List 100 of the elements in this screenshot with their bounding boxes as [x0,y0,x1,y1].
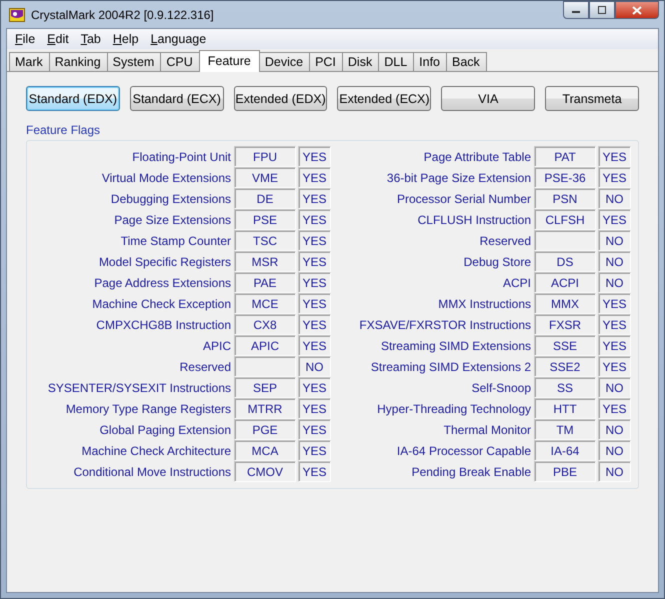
flag-name: CLFLUSH Instruction [416,212,532,228]
flag-value-cell: YES [598,167,631,188]
flag-code-cell: PSE-36 [534,167,596,188]
flag-name: IA-64 Processor Capable [396,442,532,460]
menu-item[interactable]: Tab [74,32,107,46]
flag-name: CMPXCHG8B Instruction [95,316,232,334]
flag-code-cell: DS [534,251,596,272]
flag-code-cell: PBE [534,461,596,482]
flag-value-cell: YES [298,377,331,398]
flag-value-cell: YES [598,314,631,335]
minimize-button[interactable] [563,1,589,19]
flag-value-cell: YES [298,167,331,188]
flag-code-cell: FPU [234,146,296,167]
flag-name: Streaming SIMD Extensions 2 [370,358,532,376]
flag-code-cell: PSE [234,209,296,230]
flag-value-cell: YES [298,272,331,293]
tab[interactable]: Device [258,52,310,71]
mode-button[interactable]: VIA [441,86,536,111]
menu-item[interactable]: File [9,32,42,46]
tab[interactable]: PCI [309,52,343,71]
flag-value-cell: YES [298,146,331,167]
flag-value-cell: YES [298,314,331,335]
flag-code-cell: MCA [234,440,296,461]
mode-button[interactable]: Extended (ECX) [337,86,432,111]
flag-code-cell: SEP [234,377,296,398]
flag-code-cell: SSE2 [534,356,596,377]
menu-item[interactable]: Help [106,32,145,46]
flag-name: Hyper-Threading Technology [376,400,532,418]
mode-button[interactable]: Extended (EDX) [234,86,328,111]
flag-name: Self-Snoop [470,380,532,396]
flag-name: Reserved [478,232,532,250]
flag-code-cell: CMOV [234,461,296,482]
close-icon [632,6,642,14]
flag-value-cell: YES [598,356,631,377]
flag-name: Thermal Monitor [442,422,532,438]
flag-name: Conditional Move Instructions [72,464,232,480]
flag-code-cell: APIC [234,335,296,356]
flag-code-cell: PSN [534,188,596,209]
flag-name: Streaming SIMD Extensions [380,338,532,354]
flag-name: Page Attribute Table [422,148,532,166]
flag-name: Reserved [178,358,232,376]
flag-value-cell: YES [598,335,631,356]
flag-code-cell: IA-64 [534,440,596,461]
flag-code-cell: FXSR [534,314,596,335]
flag-name: Page Size Extensions [113,212,232,228]
flag-code-cell: TSC [234,230,296,251]
flag-name: Machine Check Exception [91,296,232,312]
flag-name: Page Address Extensions [93,274,232,292]
maximize-button[interactable] [589,1,615,19]
flag-value-cell: YES [598,398,631,419]
flag-value-cell: NO [598,461,631,482]
flag-value-cell: NO [598,377,631,398]
flag-value-cell: YES [298,398,331,419]
tab[interactable]: CPU [160,52,200,71]
flag-name: Model Specific Registers [98,254,232,270]
flag-value-cell: YES [298,335,331,356]
tab[interactable]: Mark [9,52,50,71]
flag-value-cell: YES [298,293,331,314]
flag-value-cell: YES [298,209,331,230]
flag-code-cell: VME [234,167,296,188]
flag-value-cell: NO [298,356,331,377]
flag-name: Debug Store [462,254,532,270]
close-button[interactable] [615,1,659,19]
flag-value-cell: NO [598,419,631,440]
flag-code-cell [234,356,296,377]
menu-item[interactable]: Edit [41,32,75,46]
flag-name: APIC [202,338,232,354]
flag-value-cell: YES [598,209,631,230]
tab[interactable]: DLL [378,52,414,71]
tab[interactable]: Info [413,52,448,71]
flag-code-cell: ACPI [534,272,596,293]
flag-value-cell: NO [598,440,631,461]
app-icon [9,6,25,22]
tab[interactable]: Feature [198,50,260,72]
flag-value-cell: YES [598,293,631,314]
flag-name: MMX Instructions [437,296,532,312]
flag-name: Memory Type Range Registers [64,400,232,418]
flag-value-cell: NO [598,251,631,272]
flag-name: Debugging Extensions [110,190,232,208]
mode-button[interactable]: Standard (EDX) [26,86,120,111]
mode-button[interactable]: Transmeta [545,86,639,111]
flag-code-cell: PAT [534,146,596,167]
flag-value-cell: YES [298,251,331,272]
flag-value-cell: YES [598,146,631,167]
tab[interactable]: Disk [342,52,380,71]
tab[interactable]: System [106,52,162,71]
tab[interactable]: Ranking [48,52,108,71]
flag-code-cell: TM [534,419,596,440]
flag-value-cell: NO [598,272,631,293]
flag-name: Pending Break Enable [410,464,532,480]
flag-name: Machine Check Architecture [80,442,232,460]
flag-name: Global Paging Extension [98,422,232,438]
flag-value-cell: YES [298,230,331,251]
section-title: Feature Flags [26,123,102,137]
flag-code-cell: DE [234,188,296,209]
menu-item[interactable]: Language [144,32,212,46]
window-title: CrystalMark 2004R2 [0.9.122.316] [31,8,215,22]
mode-button[interactable]: Standard (ECX) [130,86,224,111]
flag-code-cell: MSR [234,251,296,272]
tab[interactable]: Back [446,52,487,71]
